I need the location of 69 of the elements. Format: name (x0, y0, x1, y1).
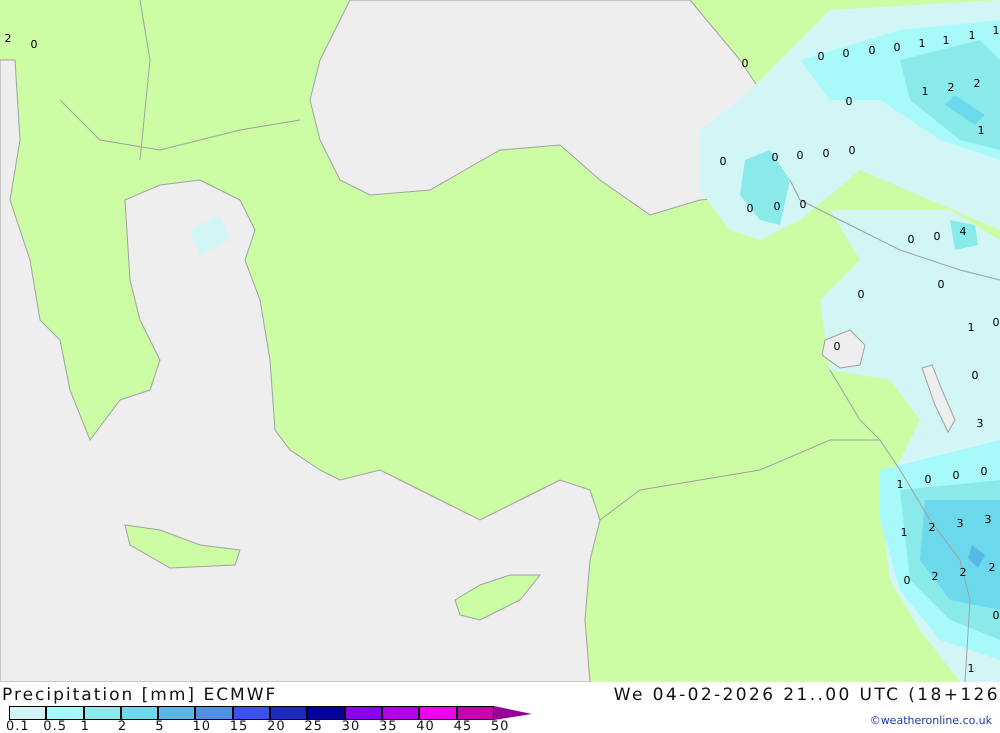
value-label: 1 (918, 37, 926, 50)
legend-label: 45 (454, 720, 472, 733)
lake-shape (921, 364, 956, 434)
value-label: 2 (988, 561, 996, 574)
value-label: 0 (858, 288, 864, 301)
value-label: 0 (980, 465, 988, 478)
value-label: 2 (948, 81, 954, 94)
value-label: 0 (904, 574, 910, 587)
value-label: 3 (956, 517, 964, 530)
value-label: 3 (976, 417, 984, 430)
value-label: 1 (992, 24, 1000, 37)
value-label: 2 (974, 77, 980, 90)
value-label: 0 (934, 230, 940, 243)
value-label: 0 (796, 149, 804, 162)
value-label: 1 (978, 124, 984, 137)
legend-label: 35 (378, 720, 398, 733)
value-label: 0 (822, 147, 830, 160)
value-label: 0 (834, 340, 840, 353)
value-label: 0 (742, 57, 748, 70)
lake-shape (821, 329, 866, 369)
value-label: 0 (992, 609, 1000, 622)
value-label: 1 (968, 321, 974, 334)
legend-label: 10 (192, 720, 212, 733)
legend-label: 30 (342, 720, 360, 733)
value-label: 0 (992, 316, 1000, 329)
value-label: 0 (952, 469, 960, 482)
value-label: 0 (842, 47, 850, 60)
value-label: 0 (938, 278, 944, 291)
value-label: 4 (960, 225, 966, 238)
value-label: 0 (720, 155, 726, 168)
value-label: 3 (984, 513, 992, 526)
value-label: 2 (4, 32, 12, 45)
value-label: 1 (896, 478, 904, 491)
value-label: 0 (772, 151, 778, 164)
value-label: 0 (846, 95, 852, 108)
legend-label: 5 (155, 720, 164, 733)
value-label: 0 (972, 369, 978, 382)
legend-label: 0.5 (43, 720, 67, 733)
value-label: 0 (746, 202, 754, 215)
value-label: 0 (924, 473, 932, 486)
value-label: 1 (968, 662, 974, 675)
timestamp: We 04-02-2026 21..00 UTC (18+126 (614, 684, 1000, 706)
value-label: 0 (818, 50, 824, 63)
legend-label: 15 (230, 720, 248, 733)
value-label: 1 (922, 85, 928, 98)
value-label: 0 (800, 198, 806, 211)
value-label: 1 (968, 29, 976, 42)
value-label: 0 (30, 38, 38, 51)
legend-label: 25 (304, 720, 323, 733)
legend-label: 2 (118, 720, 128, 733)
value-label: 0 (848, 144, 856, 157)
value-label: 1 (900, 526, 908, 539)
legend-label: 20 (267, 720, 286, 733)
value-label: 0 (908, 233, 914, 246)
value-label: 2 (928, 521, 936, 534)
value-label: 0 (774, 200, 780, 213)
legend-label: 0.1 (6, 720, 30, 733)
credit-text: ©weatheronline.co.uk (870, 714, 992, 727)
precipitation-area (950, 220, 978, 250)
value-label: 0 (894, 41, 900, 54)
legend-label: 40 (416, 720, 435, 733)
legend-label: 50 (490, 720, 510, 733)
value-label: 2 (960, 566, 966, 579)
value-label: 0 (868, 44, 876, 57)
value-label: 1 (942, 34, 950, 47)
legend-title: Precipitation [mm] ECMWF (2, 684, 278, 706)
legend-label: 1 (80, 720, 90, 733)
value-label: 2 (932, 570, 938, 583)
precipitation-area (190, 215, 230, 255)
